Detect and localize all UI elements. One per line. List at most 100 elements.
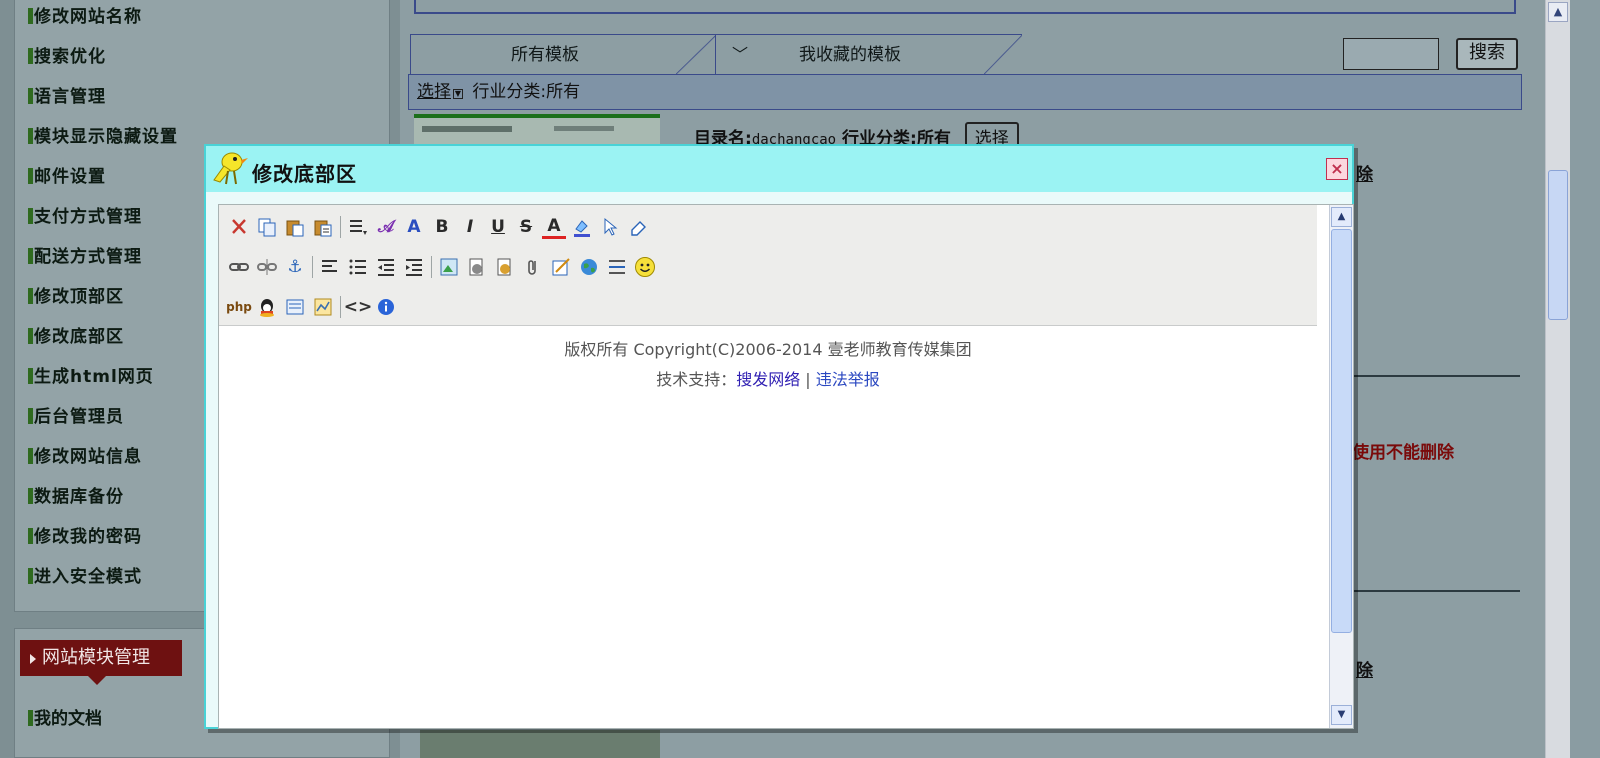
media-icon[interactable] <box>493 255 517 279</box>
about-icon[interactable] <box>374 295 398 319</box>
template-thumbnail[interactable] <box>414 114 660 144</box>
editor-content-area[interactable]: 版权所有 Copyright(C)2006-2014 壹老师教育传媒集团 技术支… <box>219 327 1317 727</box>
delete-link[interactable]: 除 <box>1356 160 1373 185</box>
search-button[interactable]: 搜索 <box>1456 38 1518 70</box>
template-thumbnail[interactable] <box>420 730 660 758</box>
globe-icon[interactable] <box>577 255 601 279</box>
bullet-icon <box>28 368 33 384</box>
bullet-icon <box>28 168 33 184</box>
dialog-title-bar[interactable]: 修改底部区 × <box>206 146 1352 192</box>
list-icon[interactable] <box>346 255 370 279</box>
scroll-up-icon[interactable]: ▲ <box>1548 2 1568 22</box>
indent-icon[interactable] <box>402 255 426 279</box>
paste-icon[interactable] <box>283 215 307 239</box>
bullet-icon <box>28 208 33 224</box>
select-icon[interactable] <box>598 215 622 239</box>
align-left-icon[interactable] <box>318 255 342 279</box>
bullet-icon <box>28 488 33 504</box>
anchor-icon[interactable]: ⚓ <box>283 255 307 279</box>
toolbar-separator <box>312 256 313 278</box>
link-icon[interactable] <box>227 255 251 279</box>
sidebar-item-module-visibility[interactable]: 模块显示隐藏设置 <box>28 122 178 162</box>
php-icon[interactable]: php <box>226 295 252 319</box>
tab-edge <box>676 34 716 74</box>
sidebar-item-password[interactable]: 修改我的密码 <box>28 522 178 562</box>
report-link[interactable]: 违法举报 <box>816 370 880 389</box>
filter-bar: 选择 ▼ 行业分类:所有 <box>408 74 1522 110</box>
copy-icon[interactable] <box>255 215 279 239</box>
strikethrough-icon[interactable]: S <box>514 215 538 239</box>
sidebar-item-shipping[interactable]: 配送方式管理 <box>28 242 178 282</box>
attachment-icon[interactable] <box>521 255 545 279</box>
editor-scrollbar[interactable]: ▲ ▼ <box>1329 205 1353 728</box>
tab-edge <box>984 34 1022 74</box>
close-button[interactable]: × <box>1326 158 1348 180</box>
category-select[interactable]: 选择 <box>417 82 451 102</box>
sidebar-item-site-info[interactable]: 修改网站信息 <box>28 442 178 482</box>
bullet-icon <box>28 248 33 264</box>
source-code-icon[interactable]: <> <box>344 295 373 319</box>
bullet-icon <box>28 568 33 584</box>
sidebar-item-safe-mode[interactable]: 进入安全模式 <box>28 562 178 602</box>
sidebar-item-seo[interactable]: 搜索优化 <box>28 42 178 82</box>
cut-icon[interactable] <box>227 215 251 239</box>
flash-icon[interactable] <box>465 255 489 279</box>
bullet-icon <box>28 48 33 64</box>
sidebar-item-edit-header[interactable]: 修改顶部区 <box>28 282 178 322</box>
search-input[interactable] <box>1343 38 1439 70</box>
toolbar-separator <box>431 256 432 278</box>
sidebar-item-payment[interactable]: 支付方式管理 <box>28 202 178 242</box>
highlight-icon[interactable] <box>570 215 594 239</box>
template-icon[interactable] <box>283 295 307 319</box>
hr-icon[interactable] <box>605 255 629 279</box>
bullet-icon <box>28 328 33 344</box>
delete-link[interactable]: 除 <box>1356 656 1373 681</box>
toolbar-separator <box>340 296 341 318</box>
paste-text-icon[interactable] <box>311 215 335 239</box>
scroll-thumb[interactable] <box>1331 229 1352 633</box>
text-color-icon[interactable]: A <box>542 215 566 239</box>
emoticon-icon[interactable] <box>633 255 657 279</box>
qq-icon[interactable] <box>255 295 279 319</box>
bullet-icon <box>28 528 33 544</box>
sidebar-item-generate-html[interactable]: 生成html网页 <box>28 362 178 402</box>
bullet-icon <box>28 8 33 24</box>
scroll-up-icon[interactable]: ▲ <box>1331 207 1352 227</box>
copyright-line: 版权所有 Copyright(C)2006-2014 壹老师教育传媒集团 <box>564 340 972 359</box>
map-icon[interactable] <box>311 295 335 319</box>
sidebar-item-db-backup[interactable]: 数据库备份 <box>28 482 178 522</box>
bullet-icon <box>28 448 33 464</box>
sidebar-item-my-docs[interactable]: 我的文档 <box>28 704 102 729</box>
tab-all-templates[interactable]: 所有模板 <box>410 34 680 74</box>
top-panel <box>414 0 1516 14</box>
outdent-icon[interactable] <box>374 255 398 279</box>
sidebar-item-email[interactable]: 邮件设置 <box>28 162 178 202</box>
sidebar-item-site-name[interactable]: 修改网站名称 <box>28 2 178 42</box>
bold-icon[interactable]: B <box>430 215 454 239</box>
scroll-thumb[interactable] <box>1548 170 1568 320</box>
font-family-icon[interactable]: 𝒜 <box>374 215 398 239</box>
dialog-title: 修改底部区 <box>252 162 357 186</box>
image-icon[interactable] <box>437 255 461 279</box>
sidebar-item-language[interactable]: 语言管理 <box>28 82 178 122</box>
format-icon[interactable] <box>346 215 370 239</box>
eraser-icon[interactable] <box>626 215 650 239</box>
edit-table-icon[interactable] <box>549 255 573 279</box>
sidebar-item-admins[interactable]: 后台管理员 <box>28 402 178 442</box>
toolbar-separator <box>340 216 341 238</box>
bird-icon <box>213 152 248 185</box>
underline-icon[interactable]: U <box>486 215 510 239</box>
page-scrollbar[interactable]: ▲ <box>1545 0 1570 758</box>
arrow-right-icon <box>30 654 36 664</box>
support-link[interactable]: 搜发网络 <box>736 370 800 389</box>
sidebar-item-edit-footer[interactable]: 修改底部区 <box>28 322 178 362</box>
italic-icon[interactable]: I <box>458 215 482 239</box>
bullet-icon <box>28 88 33 104</box>
scroll-down-icon[interactable]: ▼ <box>1331 705 1352 725</box>
tab-favorite-templates[interactable]: ﹀ 我收藏的模板 <box>715 34 985 74</box>
font-size-icon[interactable]: A <box>402 215 426 239</box>
dropdown-arrow-icon[interactable]: ▼ <box>453 89 463 99</box>
bullet-icon <box>28 128 33 144</box>
module-section-header[interactable]: 网站模块管理 <box>20 640 182 685</box>
unlink-icon[interactable] <box>255 255 279 279</box>
